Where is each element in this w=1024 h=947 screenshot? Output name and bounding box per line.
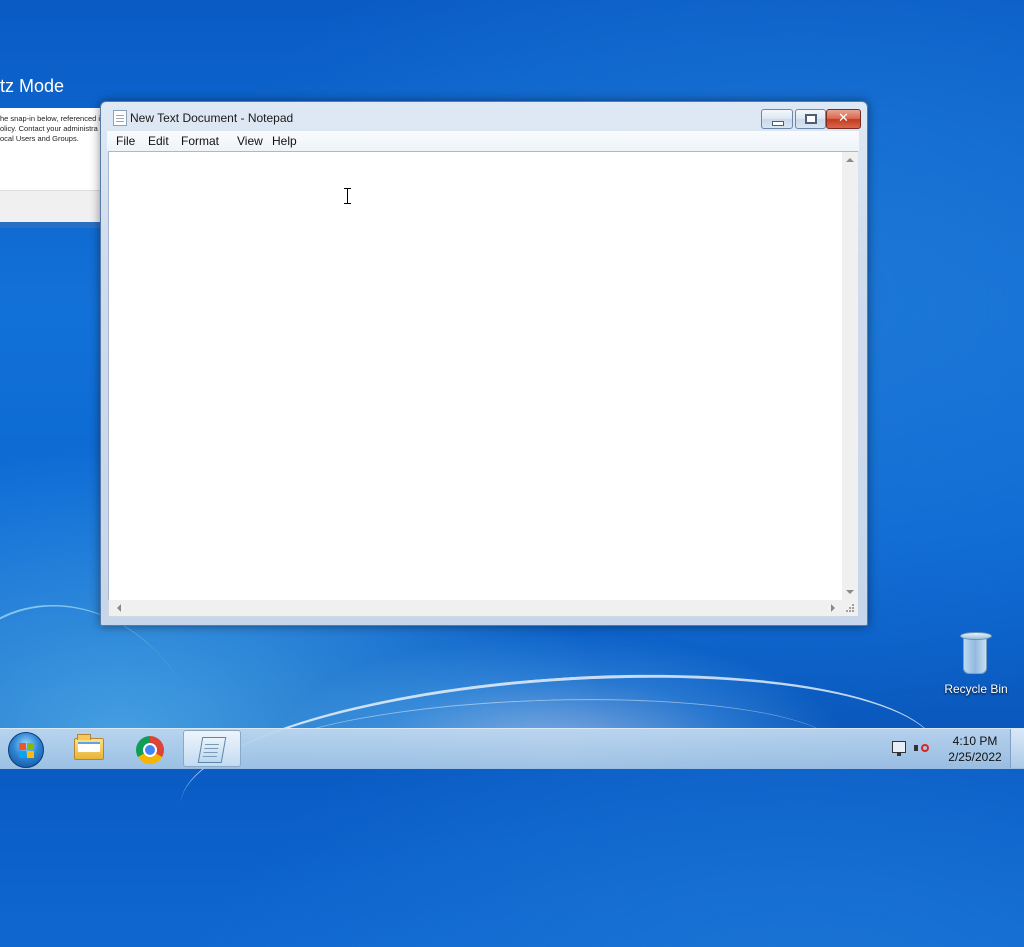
chrome-icon	[136, 736, 164, 764]
recycle-bin-icon	[960, 632, 992, 674]
menu-format[interactable]: Format	[181, 134, 219, 148]
vertical-scrollbar[interactable]	[842, 151, 858, 601]
notepad-window[interactable]: New Text Document - Notepad ✕ File Edit …	[100, 101, 868, 626]
network-icon[interactable]	[892, 741, 906, 756]
background-text-line: olicy. Contact your administra	[0, 124, 98, 133]
minimize-button[interactable]	[761, 109, 793, 129]
scroll-right-icon[interactable]	[831, 604, 835, 612]
menu-help[interactable]: Help	[272, 134, 297, 148]
taskbar-explorer-button[interactable]	[60, 730, 118, 767]
scroll-left-icon[interactable]	[117, 604, 121, 612]
maximize-icon	[805, 114, 817, 124]
resize-grip-icon	[849, 607, 851, 609]
text-editor[interactable]	[108, 151, 842, 602]
system-tray	[888, 737, 938, 761]
menu-edit[interactable]: Edit	[148, 134, 169, 148]
title-bar[interactable]: New Text Document - Notepad ✕	[101, 102, 867, 132]
close-icon: ✕	[838, 111, 849, 126]
menu-bar: File Edit Format View Help	[107, 131, 859, 151]
background-window-text: he snap-in below, referenced i olicy. Co…	[0, 114, 108, 144]
notepad-icon	[197, 737, 227, 763]
clock-date: 2/25/2022	[948, 750, 1002, 764]
menu-file[interactable]: File	[116, 134, 135, 148]
volume-muted-icon[interactable]	[914, 741, 930, 755]
background-window-title: tz Mode	[0, 76, 65, 96]
scroll-up-icon[interactable]	[846, 158, 854, 162]
windows-start-icon	[19, 743, 35, 759]
desktop-icon-label: Recycle Bin	[944, 682, 1008, 696]
show-desktop-button[interactable]	[1010, 729, 1024, 768]
scroll-down-icon[interactable]	[846, 590, 854, 594]
background-window-footer	[0, 190, 110, 223]
close-button[interactable]: ✕	[826, 109, 861, 129]
menu-view[interactable]: View	[237, 134, 263, 148]
taskbar-notepad-button[interactable]	[183, 730, 241, 767]
background-window-panel: he snap-in below, referenced i olicy. Co…	[0, 108, 110, 190]
minimize-icon	[772, 121, 784, 126]
window-title: New Text Document - Notepad	[130, 111, 294, 125]
background-text-line: he snap-in below, referenced i	[0, 114, 101, 123]
resize-grip[interactable]	[842, 600, 858, 616]
desktop-icon-recycle-bin[interactable]: Recycle Bin	[936, 628, 1016, 698]
start-button[interactable]	[8, 732, 44, 768]
maximize-button[interactable]	[795, 109, 826, 129]
notepad-icon[interactable]	[113, 110, 127, 126]
text-cursor-icon	[344, 188, 351, 204]
background-text-line: ocal Users and Groups.	[0, 134, 79, 143]
clock-time: 4:10 PM	[952, 734, 998, 748]
taskbar-chrome-button[interactable]	[121, 730, 179, 767]
background-window-edge	[0, 222, 110, 228]
taskbar: 4:10 PM 2/25/2022	[0, 728, 1024, 769]
horizontal-scrollbar[interactable]	[108, 600, 843, 617]
taskbar-clock[interactable]: 4:10 PM 2/25/2022	[940, 733, 1010, 765]
